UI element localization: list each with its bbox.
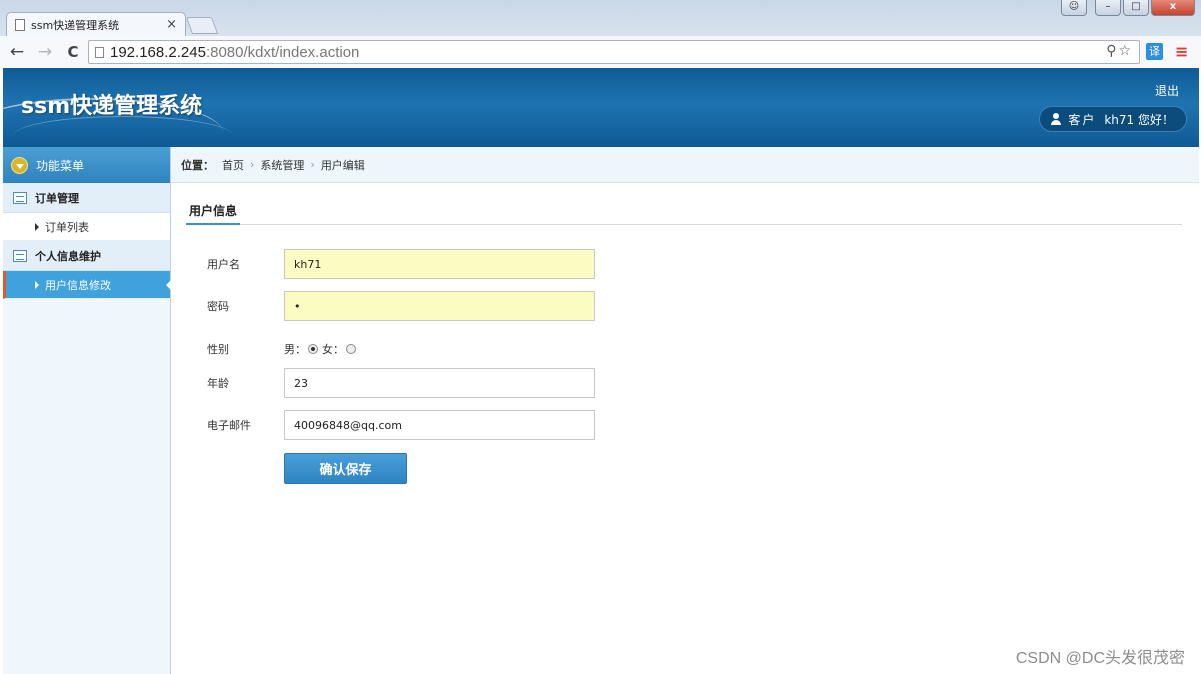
tab-title: ssm快递管理系统 xyxy=(31,18,120,32)
page-icon xyxy=(95,46,104,58)
email-input[interactable]: 40096848@qq.com xyxy=(284,410,595,440)
breadcrumb-system[interactable]: 系统管理 xyxy=(260,157,304,173)
app-header: ssm快递管理系统 退出 客户 kh71 您好！ xyxy=(3,68,1199,147)
reload-icon[interactable]: C xyxy=(62,43,84,61)
email-label: 电子邮件 xyxy=(207,419,251,432)
caret-right-icon xyxy=(35,222,39,231)
tab-user-info[interactable]: 用户信息 xyxy=(186,198,241,225)
breadcrumb-label: 位置： xyxy=(181,158,214,172)
watermark: CSDN @DC头发很茂密 xyxy=(1015,650,1185,667)
save-button[interactable]: 确认保存 xyxy=(284,453,407,484)
page-icon xyxy=(15,18,25,31)
translate-extension-icon[interactable]: 译 xyxy=(1146,43,1163,60)
gender-female-radio[interactable] xyxy=(346,344,356,354)
tab-strip: ssm快递管理系统 × ☺ – □ x xyxy=(0,0,1201,36)
gender-label: 性别 xyxy=(207,343,229,356)
gender-female-label: 女： xyxy=(322,343,344,356)
user-icon xyxy=(1050,113,1062,125)
user-role: 客户 xyxy=(1068,112,1097,127)
section-tabs: 用户信息 xyxy=(186,198,1182,225)
app-title: ssm快递管理系统 xyxy=(21,94,203,119)
browser-chrome: ssm快递管理系统 × ☺ – □ x ← → C 192.168.2.245:… xyxy=(0,0,1201,68)
chevron-down-icon xyxy=(11,156,28,174)
caret-right-icon xyxy=(35,280,39,289)
gender-radio-group: 男： 女： xyxy=(284,341,360,357)
tab-close-icon[interactable]: × xyxy=(166,17,177,32)
password-input[interactable]: • xyxy=(284,291,595,321)
age-row: 年龄 23 xyxy=(207,368,595,398)
age-input[interactable]: 23 xyxy=(284,368,595,398)
sidebar-group-profile[interactable]: 个人信息维护 xyxy=(3,241,170,271)
sidebar-group-label: 个人信息维护 xyxy=(35,249,101,263)
username-input[interactable]: kh71 xyxy=(284,249,595,279)
email-row: 电子邮件 40096848@qq.com xyxy=(207,410,595,440)
sidebar-heading: 功能菜单 xyxy=(36,158,85,173)
maximize-button[interactable]: □ xyxy=(1123,0,1149,16)
sidebar: 功能菜单 订单管理 订单列表 个人信息维护 用户信息修改 xyxy=(3,147,171,674)
browser-toolbar: ← → C 192.168.2.245:8080/kdxt/index.acti… xyxy=(0,36,1201,68)
username-row: 用户名 kh71 xyxy=(207,249,595,279)
url-host: 192.168.2.245 xyxy=(110,43,206,61)
password-row: 密码 • xyxy=(207,291,595,321)
url-path: :8080/kdxt/index.action xyxy=(205,43,360,61)
window-controls: ☺ – □ x xyxy=(1061,0,1195,16)
user-greeting: kh71 您好！ xyxy=(1104,112,1174,127)
breadcrumb-home[interactable]: 首页 xyxy=(222,157,244,173)
sidebar-item-label: 订单列表 xyxy=(45,220,89,234)
sidebar-item-label: 用户信息修改 xyxy=(45,278,111,292)
list-icon xyxy=(13,191,27,204)
back-icon[interactable]: ← xyxy=(6,42,28,62)
close-window-button[interactable]: x xyxy=(1151,0,1195,16)
browser-menu-icon[interactable]: ≡ xyxy=(1175,42,1188,61)
sidebar-group-orders[interactable]: 订单管理 xyxy=(3,183,170,213)
breadcrumb-separator: › xyxy=(250,158,255,171)
address-bar[interactable]: 192.168.2.245:8080/kdxt/index.action ⚲☆ xyxy=(88,40,1140,64)
user-profile-icon[interactable]: ☺ xyxy=(1061,0,1087,16)
forward-icon[interactable]: → xyxy=(34,42,56,62)
breadcrumb: 位置： 首页 › 系统管理 › 用户编辑 xyxy=(171,147,1199,183)
minimize-button[interactable]: – xyxy=(1095,0,1121,16)
gender-male-label: 男： xyxy=(284,343,306,356)
sidebar-item-edit-profile[interactable]: 用户信息修改 xyxy=(3,271,171,299)
sidebar-group-label: 订单管理 xyxy=(35,191,79,205)
username-label: 用户名 xyxy=(207,258,240,271)
browser-tab[interactable]: ssm快递管理系统 × xyxy=(6,12,186,36)
logout-link[interactable]: 退出 xyxy=(1155,82,1179,99)
password-label: 密码 xyxy=(207,300,229,313)
new-tab-button[interactable] xyxy=(185,17,219,34)
breadcrumb-separator: › xyxy=(310,158,315,171)
breadcrumb-current: 用户编辑 xyxy=(320,158,365,172)
calendar-icon xyxy=(13,249,27,262)
age-label: 年龄 xyxy=(207,377,229,390)
user-badge: 客户 kh71 您好！ xyxy=(1039,106,1187,132)
gender-row: 性别 男： 女： xyxy=(207,341,360,357)
gender-male-radio[interactable] xyxy=(308,344,318,354)
bookmark-star-icon[interactable]: ⚲☆ xyxy=(1106,43,1133,59)
sidebar-header: 功能菜单 xyxy=(3,147,170,183)
sidebar-item-order-list[interactable]: 订单列表 xyxy=(3,213,170,241)
